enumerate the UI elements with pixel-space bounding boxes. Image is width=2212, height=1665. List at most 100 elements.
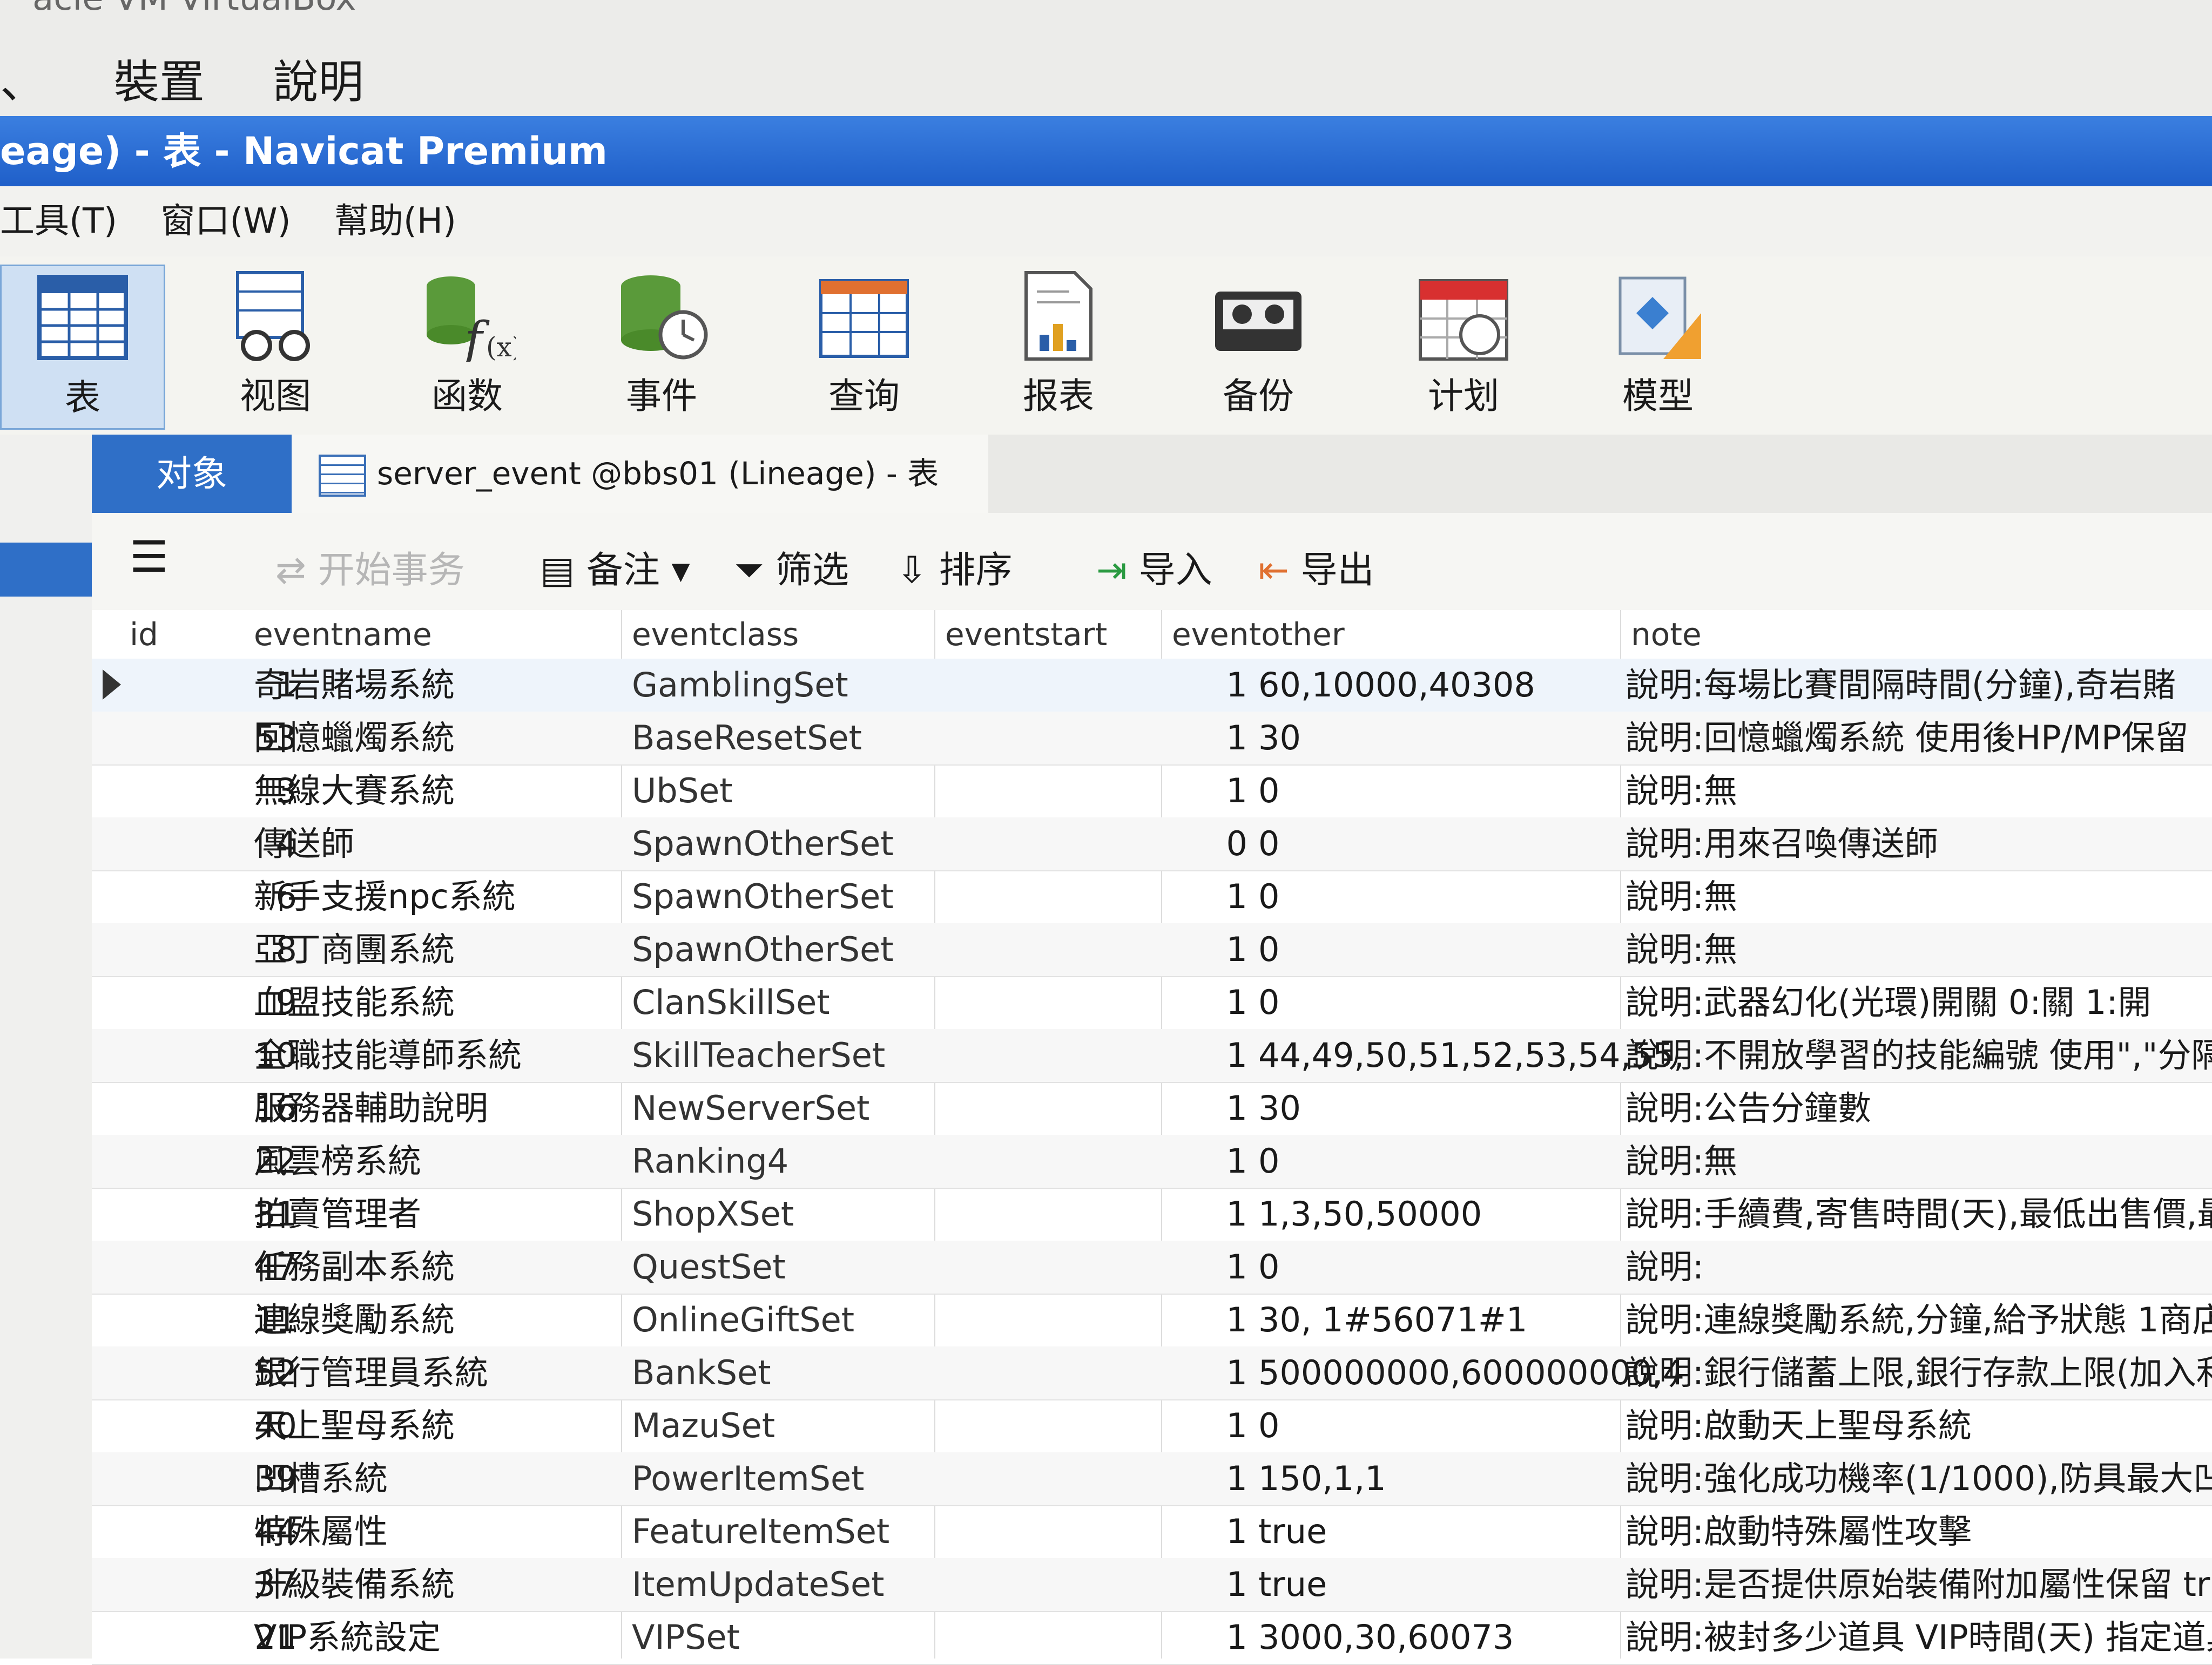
- cell-note[interactable]: 說明:: [1626, 1241, 2212, 1294]
- table-row[interactable]: 31 拍賣管理者 ShopXSet 1 1,3,50,50000 說明:手續費,寄售時間(…: [92, 1188, 2212, 1242]
- column-header-eventname[interactable]: eventname: [254, 610, 432, 659]
- cell-eventclass[interactable]: OnlineGiftSet: [632, 1294, 1021, 1346]
- cell-note[interactable]: 說明:強化成功機率(1/1000),防具最大凹槽: [1626, 1452, 2212, 1505]
- cell-eventother[interactable]: true: [1258, 1558, 1685, 1611]
- column-header-note[interactable]: note: [1631, 610, 1702, 659]
- tab-server-event[interactable]: server_event @bbs01 (Lineage) - 表: [292, 435, 988, 513]
- cell-eventother[interactable]: 30, 1#56071#1: [1258, 1294, 1685, 1346]
- table-row[interactable]: 1 奇岩賭場系統 GamblingSet 1 60,10000,40308 說明:每場比賽…: [92, 659, 2212, 713]
- cell-note[interactable]: 說明:連線獎勵系統,分鐘,給予狀態 1商店: [1626, 1294, 2212, 1346]
- cell-eventstart[interactable]: 1: [1107, 1029, 1247, 1082]
- table-row[interactable]: 6 新手支援npc系統 SpawnOtherSet 1 0 說明:無: [92, 870, 2212, 924]
- cell-eventstart[interactable]: 1: [1107, 1135, 1247, 1188]
- cell-eventstart[interactable]: 1: [1107, 659, 1247, 712]
- cell-eventstart[interactable]: 1: [1107, 870, 1247, 923]
- cell-eventclass[interactable]: ClanSkillSet: [632, 976, 1021, 1029]
- table-row[interactable]: 39 凹槽系統 PowerItemSet 1 150,1,1 說明:強化成功機率(1/10…: [92, 1452, 2212, 1506]
- toolbar-function-button[interactable]: f(x) 函数: [386, 265, 548, 427]
- table-row[interactable]: 4 傳送師 SpawnOtherSet 0 0 說明:用來召喚傳送師: [92, 817, 2212, 871]
- table-row[interactable]: 9 血盟技能系統 ClanSkillSet 1 0 說明:武器幻化(光環)開關 0:關 1…: [92, 976, 2212, 1030]
- cell-eventother[interactable]: 0: [1258, 764, 1685, 817]
- cell-note[interactable]: 說明:是否提供原始裝備附加屬性保留 true: [1626, 1558, 2212, 1611]
- cell-eventclass[interactable]: QuestSet: [632, 1241, 1021, 1294]
- cell-eventstart[interactable]: 1: [1107, 1294, 1247, 1346]
- cell-eventother[interactable]: 500000000,600000000,40308,: [1258, 1346, 1685, 1399]
- vbox-menu-devices[interactable]: 裝置: [114, 56, 205, 109]
- cell-note[interactable]: 說明:用來召喚傳送師: [1626, 817, 2212, 870]
- cell-eventclass[interactable]: NewServerSet: [632, 1082, 1021, 1135]
- cell-eventclass[interactable]: VIPSet: [632, 1611, 1021, 1664]
- cell-eventother[interactable]: true: [1258, 1505, 1685, 1558]
- cell-note[interactable]: 說明:被封多少道具 VIP時間(天) 指定道具: [1626, 1611, 2212, 1664]
- cell-eventother[interactable]: 3000,30,60073: [1258, 1611, 1685, 1664]
- cell-eventstart[interactable]: 1: [1107, 712, 1247, 764]
- menu-icon[interactable]: ☰: [130, 532, 168, 582]
- vbox-menu-item[interactable]: 、: [0, 56, 45, 109]
- cell-eventclass[interactable]: BankSet: [632, 1346, 1021, 1399]
- cell-eventother[interactable]: 30: [1258, 712, 1685, 764]
- cell-eventclass[interactable]: ShopXSet: [632, 1188, 1021, 1241]
- cell-eventother[interactable]: 0: [1258, 1241, 1685, 1294]
- selected-connection[interactable]: [0, 543, 92, 597]
- begin-transaction-button[interactable]: ⇄ 开始事务: [275, 540, 465, 593]
- cell-eventother[interactable]: 0: [1258, 1135, 1685, 1188]
- sort-button[interactable]: ⇩ 排序: [896, 540, 1013, 593]
- cell-eventother[interactable]: 0: [1258, 923, 1685, 976]
- cell-note[interactable]: 說明:手續費,寄售時間(天),最低出售價,最: [1626, 1188, 2212, 1241]
- cell-eventstart[interactable]: 1: [1107, 1188, 1247, 1241]
- table-row[interactable]: 10 全職技能導師系統 SkillTeacherSet 1 44,49,50,51,52…: [92, 1029, 2212, 1083]
- export-button[interactable]: ⇤ 导出: [1258, 540, 1374, 593]
- cell-eventother[interactable]: 0: [1258, 976, 1685, 1029]
- cell-eventstart[interactable]: 1: [1107, 1082, 1247, 1135]
- cell-eventother[interactable]: 0: [1258, 870, 1685, 923]
- table-row[interactable]: 21 VIP系統設定 VIPSet 1 3000,30,60073 說明:被封多少道具 V…: [92, 1611, 2212, 1665]
- cell-eventclass[interactable]: SpawnOtherSet: [632, 923, 1021, 976]
- cell-eventclass[interactable]: BaseResetSet: [632, 712, 1021, 764]
- toolbar-backup-button[interactable]: 备份: [1177, 265, 1339, 427]
- cell-note[interactable]: 說明:啟動天上聖母系統: [1626, 1399, 2212, 1452]
- cell-eventother[interactable]: 150,1,1: [1258, 1452, 1685, 1505]
- toolbar-model-button[interactable]: 模型: [1577, 265, 1739, 427]
- cell-note[interactable]: 說明:每場比賽間隔時間(分鐘),奇岩賭: [1626, 659, 2212, 712]
- cell-eventstart[interactable]: 1: [1107, 1346, 1247, 1399]
- cell-note[interactable]: 說明:銀行儲蓄上限,銀行存款上限(加入利: [1626, 1346, 2212, 1399]
- table-row[interactable]: 11 連線獎勵系統 OnlineGiftSet 1 30, 1#56071#1 說明:連線…: [92, 1294, 2212, 1348]
- toolbar-query-button[interactable]: 查询: [783, 265, 945, 427]
- cell-note[interactable]: 說明:不開放學習的技能編號 使用","分隔: [1626, 1029, 2212, 1082]
- cell-eventclass[interactable]: GamblingSet: [632, 659, 1021, 712]
- filter-button[interactable]: ⏷ 筛选: [734, 540, 849, 593]
- cell-eventclass[interactable]: Ranking4: [632, 1135, 1021, 1188]
- cell-eventclass[interactable]: ItemUpdateSet: [632, 1558, 1021, 1611]
- table-row[interactable]: 37 升級裝備系統 ItemUpdateSet 1 true 說明:是否提供原始裝備附加屬…: [92, 1558, 2212, 1612]
- column-header-eventclass[interactable]: eventclass: [632, 610, 799, 659]
- cell-eventclass[interactable]: FeatureItemSet: [632, 1505, 1021, 1558]
- cell-eventother[interactable]: 0: [1258, 817, 1685, 870]
- toolbar-event-button[interactable]: 事件: [581, 265, 743, 427]
- cell-eventstart[interactable]: 1: [1107, 1611, 1247, 1664]
- cell-eventother[interactable]: 44,49,50,51,52,53,54,55,56,57,: [1258, 1029, 1685, 1082]
- toolbar-schedule-button[interactable]: 计划: [1382, 265, 1545, 427]
- cell-eventother[interactable]: 0: [1258, 1399, 1685, 1452]
- cell-eventstart[interactable]: 1: [1107, 1505, 1247, 1558]
- table-row[interactable]: 3 無線大賽系統 UbSet 1 0 說明:無: [92, 764, 2212, 818]
- table-row[interactable]: 16 服務器輔助說明 NewServerSet 1 30 說明:公告分鐘數: [92, 1082, 2212, 1136]
- toolbar-table-button[interactable]: 表: [0, 265, 165, 430]
- cell-note[interactable]: 說明:回憶蠟燭系統 使用後HP/MP保留: [1626, 712, 2212, 764]
- toolbar-view-button[interactable]: 视图: [194, 265, 356, 427]
- cell-note[interactable]: 說明:無: [1626, 764, 2212, 817]
- vbox-menu-help[interactable]: 說明: [273, 56, 363, 109]
- cell-eventclass[interactable]: UbSet: [632, 764, 1021, 817]
- table-row[interactable]: 8 亞丁商團系統 SpawnOtherSet 1 0 說明:無: [92, 923, 2212, 977]
- cell-note[interactable]: 說明:公告分鐘數: [1626, 1082, 2212, 1135]
- table-row[interactable]: 22 風雲榜系統 Ranking4 1 0 說明:無: [92, 1135, 2212, 1189]
- cell-note[interactable]: 說明:武器幻化(光環)開關 0:關 1:開: [1626, 976, 2212, 1029]
- column-header-eventstart[interactable]: eventstart: [945, 610, 1107, 659]
- memo-button[interactable]: ▤ 备注 ▾: [540, 540, 690, 593]
- cell-eventstart[interactable]: 1: [1107, 764, 1247, 817]
- cell-eventstart[interactable]: 1: [1107, 1241, 1247, 1294]
- column-header-eventother[interactable]: eventother: [1172, 610, 1345, 659]
- cell-eventstart[interactable]: 0: [1107, 817, 1247, 870]
- menu-tools[interactable]: 工具(T): [0, 201, 117, 241]
- table-row[interactable]: 53 回憶蠟燭系統 BaseResetSet 1 30 說明:回憶蠟燭系統 使用後HP/M…: [92, 712, 2212, 766]
- cell-note[interactable]: 說明:啟動特殊屬性攻擊: [1626, 1505, 2212, 1558]
